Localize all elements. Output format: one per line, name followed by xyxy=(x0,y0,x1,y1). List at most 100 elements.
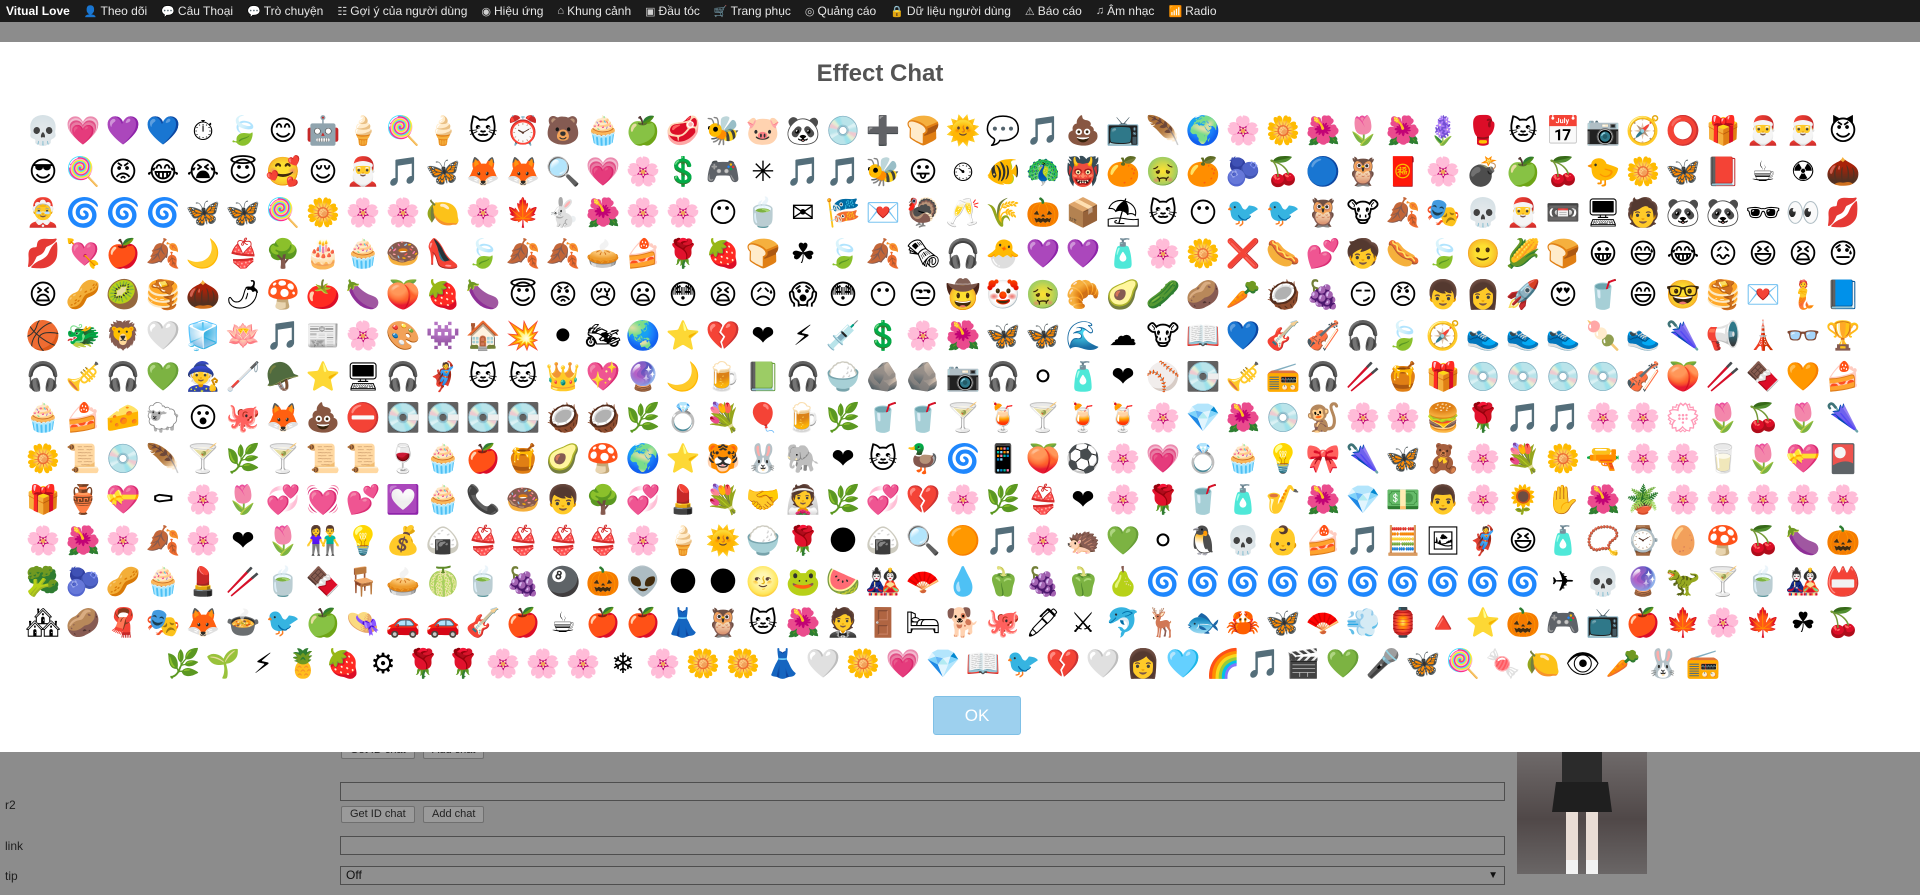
effect-item[interactable]: 📜 xyxy=(303,438,343,479)
effect-item[interactable]: 🍎 xyxy=(623,602,663,643)
effect-item[interactable]: 😱 xyxy=(783,274,823,315)
effect-item[interactable]: 🌸 xyxy=(1423,151,1463,192)
effect-item[interactable]: 💖 xyxy=(583,356,623,397)
effect-item[interactable]: 🌼 xyxy=(1183,233,1223,274)
effect-item[interactable]: 🌱 xyxy=(203,643,243,684)
effect-item[interactable]: 😎 xyxy=(23,151,63,192)
effect-item[interactable]: ⭕ xyxy=(1663,110,1703,151)
effect-item[interactable]: 🎭 xyxy=(143,602,183,643)
effect-item[interactable]: 🌝 xyxy=(743,561,783,602)
effect-item[interactable]: 🍭 xyxy=(263,192,303,233)
effect-item[interactable]: 💥 xyxy=(503,315,543,356)
effect-item[interactable]: 😊 xyxy=(263,110,303,151)
effect-item[interactable]: 👩 xyxy=(1123,643,1163,684)
effect-item[interactable]: 📞 xyxy=(463,479,503,520)
effect-item[interactable]: 🐱 xyxy=(1143,192,1183,233)
effect-item[interactable]: 🌼 xyxy=(683,643,723,684)
effect-item[interactable]: 🐰 xyxy=(743,438,783,479)
effect-item[interactable]: 👫 xyxy=(303,520,343,561)
effect-item[interactable]: 💌 xyxy=(1743,274,1783,315)
effect-item[interactable]: 🍓 xyxy=(703,233,743,274)
effect-item[interactable]: ❌ xyxy=(1223,233,1263,274)
effect-item[interactable]: ✳ xyxy=(743,151,783,192)
effect-item[interactable]: 💎 xyxy=(1183,397,1223,438)
effect-item[interactable]: 🌸 xyxy=(1623,438,1663,479)
effect-item[interactable]: 🐦 xyxy=(1003,643,1043,684)
effect-item[interactable]: 🎵 xyxy=(1243,643,1283,684)
effect-item[interactable]: 🔍 xyxy=(903,520,943,561)
effect-item[interactable]: 🍸 xyxy=(183,438,223,479)
effect-item[interactable]: 📷 xyxy=(1583,110,1623,151)
effect-item[interactable]: 💽 xyxy=(383,397,423,438)
effect-item[interactable]: 👟 xyxy=(1623,315,1663,356)
effect-item[interactable]: 🍄 xyxy=(1703,520,1743,561)
effect-item[interactable]: 🌳 xyxy=(583,479,623,520)
effect-item[interactable]: 👦 xyxy=(1423,274,1463,315)
effect-item[interactable]: 🍃 xyxy=(1423,233,1463,274)
effect-item[interactable]: 🧴 xyxy=(1543,520,1583,561)
effect-item[interactable]: 💣 xyxy=(1463,151,1503,192)
effect-item[interactable]: 🍎 xyxy=(103,233,143,274)
effect-item[interactable]: 🦋 xyxy=(1263,602,1303,643)
effect-item[interactable]: ⚡ xyxy=(243,643,283,684)
effect-item[interactable]: 🌙 xyxy=(663,356,703,397)
effect-item[interactable]: 🌸 xyxy=(1783,479,1823,520)
effect-item[interactable]: 📻 xyxy=(1263,356,1303,397)
effect-item[interactable]: 🤍 xyxy=(143,315,183,356)
effect-item[interactable]: 🌽 xyxy=(1503,233,1543,274)
effect-item[interactable]: 💐 xyxy=(703,397,743,438)
effect-item[interactable]: 👀 xyxy=(1783,192,1823,233)
effect-item[interactable]: 🎁 xyxy=(23,479,63,520)
effect-item[interactable]: 💿 xyxy=(103,438,143,479)
effect-item[interactable]: 🐕 xyxy=(943,602,983,643)
effect-item[interactable]: 🍒 xyxy=(1823,602,1863,643)
effect-item[interactable]: 🎏 xyxy=(823,192,863,233)
effect-item[interactable]: 🍁 xyxy=(1743,602,1783,643)
effect-item[interactable]: 👒 xyxy=(343,602,383,643)
effect-item[interactable]: 🎅 xyxy=(343,151,383,192)
effect-item[interactable]: 😡 xyxy=(543,274,583,315)
effect-item[interactable]: 🌀 xyxy=(1263,561,1303,602)
effect-item[interactable]: 🥥 xyxy=(543,397,583,438)
effect-item[interactable]: 🌷 xyxy=(223,479,263,520)
effect-item[interactable]: 🤢 xyxy=(1143,151,1183,192)
effect-item[interactable]: 🩵 xyxy=(1163,643,1203,684)
effect-item[interactable]: 🍬 xyxy=(1483,643,1523,684)
effect-item[interactable]: 🌸 xyxy=(643,643,683,684)
effect-item[interactable]: 📜 xyxy=(343,438,383,479)
effect-item[interactable]: 🌶 xyxy=(223,274,263,315)
effect-item[interactable]: ⏱ xyxy=(183,110,223,151)
effect-item[interactable]: 🌹 xyxy=(783,520,823,561)
effect-item[interactable]: 🎵 xyxy=(263,315,303,356)
effect-item[interactable]: 🦆 xyxy=(903,438,943,479)
effect-item[interactable]: 🍂 xyxy=(1383,192,1423,233)
effect-item[interactable]: 💚 xyxy=(1323,643,1363,684)
effect-item[interactable]: 🐮 xyxy=(1143,315,1183,356)
effect-item[interactable]: 💀 xyxy=(1223,520,1263,561)
effect-item[interactable]: 💐 xyxy=(1503,438,1543,479)
effect-item[interactable]: 🌀 xyxy=(143,192,183,233)
effect-item[interactable]: 🍸 xyxy=(943,397,983,438)
effect-item[interactable]: 🖥 xyxy=(1583,192,1623,233)
effect-item[interactable]: 💄 xyxy=(183,561,223,602)
nav-item-8[interactable]: ◎ Quảng cáo xyxy=(805,4,876,18)
effect-item[interactable]: 💿 xyxy=(1463,356,1503,397)
effect-item[interactable]: 😂 xyxy=(1663,233,1703,274)
effect-item[interactable]: 🌺 xyxy=(1583,479,1623,520)
effect-item[interactable]: 🍫 xyxy=(1743,356,1783,397)
effect-item[interactable]: 👨 xyxy=(1423,479,1463,520)
effect-item[interactable]: 😅 xyxy=(1623,233,1663,274)
effect-item[interactable]: ⚽ xyxy=(1063,438,1103,479)
effect-item[interactable]: 🌸 xyxy=(1823,479,1863,520)
effect-item[interactable]: 🥔 xyxy=(1183,274,1223,315)
effect-item[interactable]: 👟 xyxy=(1503,315,1543,356)
effect-item[interactable]: 🌸 xyxy=(1383,397,1423,438)
effect-item[interactable]: 🧁 xyxy=(23,397,63,438)
effect-item[interactable]: 💋 xyxy=(23,233,63,274)
effect-item[interactable]: 🐝 xyxy=(863,151,903,192)
effect-item[interactable]: 🥔 xyxy=(63,602,103,643)
effect-item[interactable]: 🥚 xyxy=(1663,520,1703,561)
effect-item[interactable]: 🦋 xyxy=(1403,643,1443,684)
effect-item[interactable]: 💽 xyxy=(423,397,463,438)
effect-item[interactable]: 🤶 xyxy=(23,192,63,233)
